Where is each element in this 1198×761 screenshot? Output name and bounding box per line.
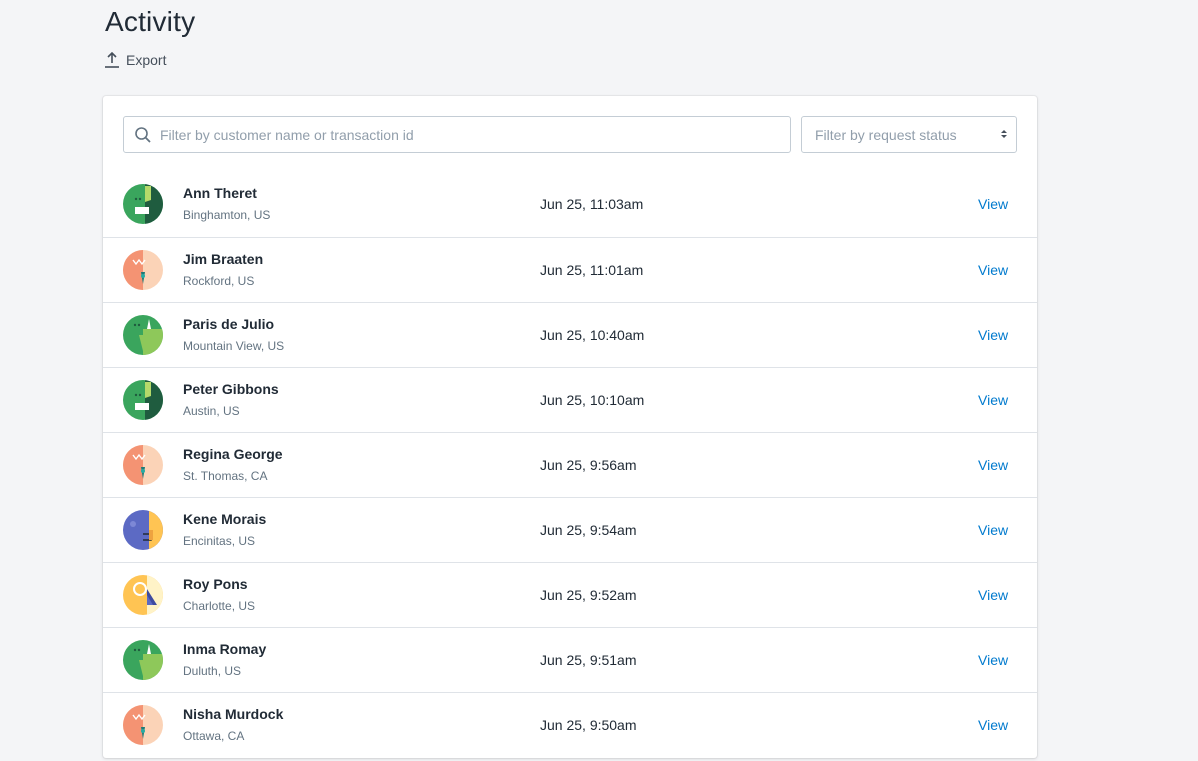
activity-date: Jun 25, 11:03am xyxy=(540,196,644,212)
view-link[interactable]: View xyxy=(978,262,1008,278)
view-link[interactable]: View xyxy=(978,652,1008,668)
search-field[interactable] xyxy=(123,116,791,153)
activity-date: Jun 25, 10:10am xyxy=(540,392,645,408)
export-icon xyxy=(104,52,120,68)
avatar xyxy=(123,510,163,550)
view-link[interactable]: View xyxy=(978,522,1008,538)
view-link[interactable]: View xyxy=(978,717,1008,733)
customer-location: Rockford, US xyxy=(183,274,255,288)
customer-location: Duluth, US xyxy=(183,664,242,678)
activity-card: Filter by request status Ann Theret Bingh… xyxy=(103,96,1037,758)
customer-name: Jim Braaten xyxy=(183,251,264,267)
activity-row: Nisha Murdock Ottawa, CA Jun 25, 9:50am Vie… xyxy=(103,692,1037,757)
activity-row: Jim Braaten Rockford, US Jun 25, 11:01am Vi… xyxy=(103,237,1037,302)
filters-bar: Filter by request status xyxy=(123,116,1017,153)
activity-date: Jun 25, 9:54am xyxy=(540,522,637,538)
select-arrows-icon xyxy=(1000,127,1008,143)
activity-date: Jun 25, 9:50am xyxy=(540,717,637,733)
activity-row: Kene Morais Encinitas, US Jun 25, 9:54am Vi… xyxy=(103,497,1037,562)
activity-row: Inma Romay Duluth, US Jun 25, 9:51am View xyxy=(103,627,1037,692)
customer-name: Regina George xyxy=(183,446,283,462)
view-link[interactable]: View xyxy=(978,587,1008,603)
view-link[interactable]: View xyxy=(978,327,1008,343)
customer-location: Ottawa, CA xyxy=(183,729,245,743)
avatar xyxy=(123,575,163,615)
search-input[interactable] xyxy=(160,126,760,143)
customer-location: Austin, US xyxy=(183,404,240,418)
status-filter-select[interactable]: Filter by request status xyxy=(801,116,1017,153)
customer-name: Nisha Murdock xyxy=(183,706,284,722)
customer-name: Paris de Julio xyxy=(183,316,275,332)
activity-date: Jun 25, 9:52am xyxy=(540,587,637,603)
view-link[interactable]: View xyxy=(978,392,1008,408)
customer-location: Binghamton, US xyxy=(183,208,271,222)
customer-name: Ann Theret xyxy=(183,185,257,201)
activity-row: Peter Gibbons Austin, US Jun 25, 10:10am Vi… xyxy=(103,367,1037,432)
activity-date: Jun 25, 10:40am xyxy=(540,327,645,343)
customer-name: Peter Gibbons xyxy=(183,381,279,397)
activity-date: Jun 25, 9:56am xyxy=(540,457,637,473)
avatar xyxy=(123,445,163,485)
avatar xyxy=(123,705,163,745)
activity-row: Regina George St. Thomas, CA Jun 25, 9:56a… xyxy=(103,432,1037,497)
activity-date: Jun 25, 9:51am xyxy=(540,652,637,668)
customer-name: Inma Romay xyxy=(183,641,267,657)
status-filter-placeholder: Filter by request status xyxy=(815,126,957,143)
customer-location: Encinitas, US xyxy=(183,534,256,548)
customer-location: Mountain View, US xyxy=(183,339,285,353)
export-button[interactable]: Export xyxy=(104,52,166,68)
avatar xyxy=(123,315,163,355)
view-link[interactable]: View xyxy=(978,457,1008,473)
customer-name: Roy Pons xyxy=(183,576,248,592)
avatar xyxy=(123,184,163,224)
view-link[interactable]: View xyxy=(978,196,1008,212)
customer-location: St. Thomas, CA xyxy=(183,469,268,483)
customer-location: Charlotte, US xyxy=(183,599,256,613)
activity-list: Ann Theret Binghamton, US Jun 25, 11:03am V… xyxy=(103,172,1037,757)
avatar xyxy=(123,640,163,680)
customer-name: Kene Morais xyxy=(183,511,267,527)
page-title: Activity xyxy=(105,6,196,37)
activity-date: Jun 25, 11:01am xyxy=(540,262,644,278)
activity-row: Ann Theret Binghamton, US Jun 25, 11:03am V… xyxy=(103,172,1037,237)
search-icon xyxy=(134,126,152,144)
avatar xyxy=(123,250,163,290)
activity-row: Paris de Julio Mountain View, US Jun 25, 1… xyxy=(103,302,1037,367)
activity-row: Roy Pons Charlotte, US Jun 25, 9:52am View xyxy=(103,562,1037,627)
avatar xyxy=(123,380,163,420)
export-label: Export xyxy=(126,52,167,68)
